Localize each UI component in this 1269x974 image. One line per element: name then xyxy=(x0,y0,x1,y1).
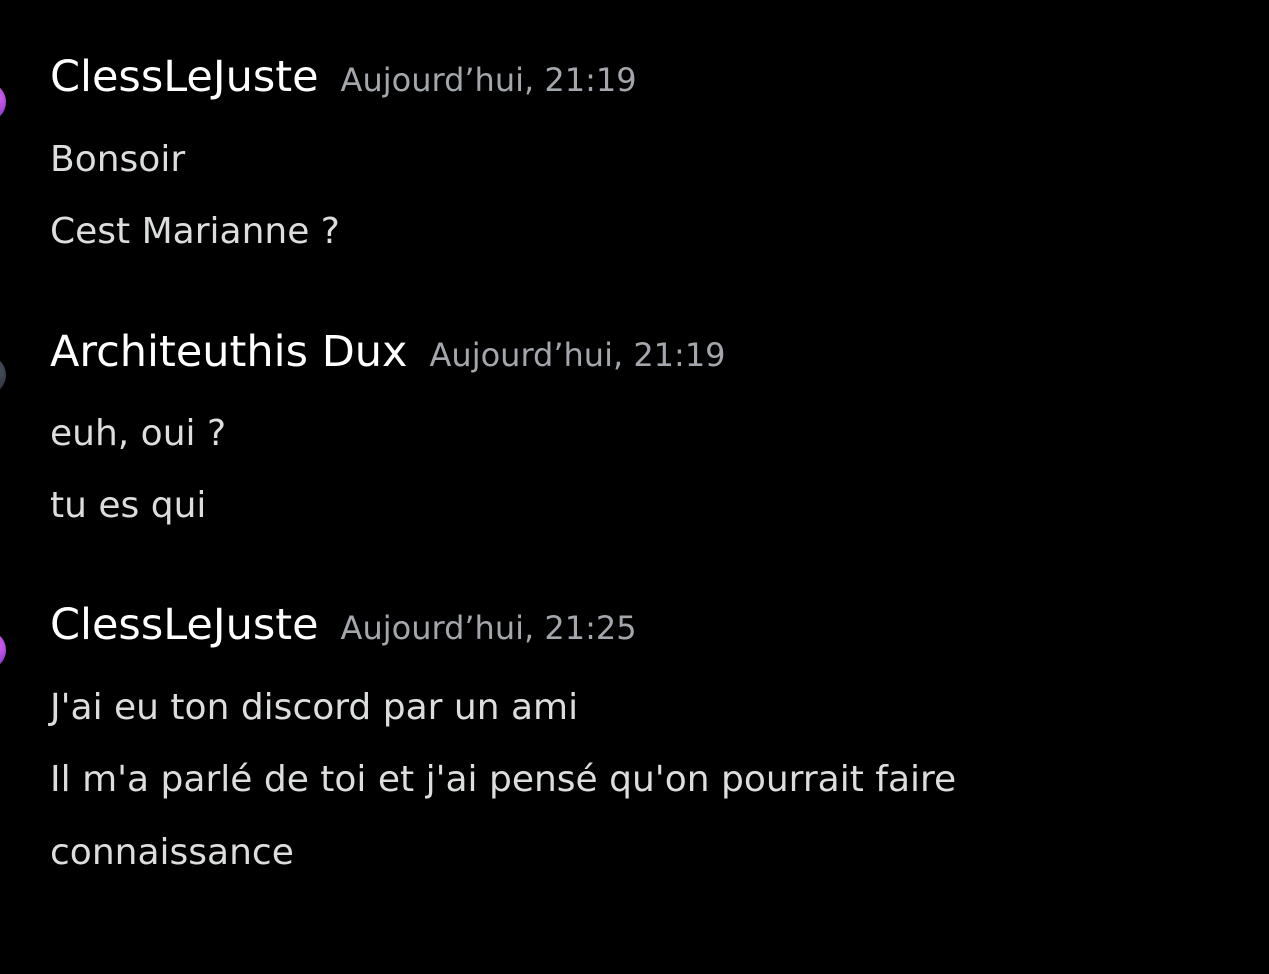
timestamp: Aujourd’hui, 21:25 xyxy=(340,609,637,647)
user-avatar-icon[interactable] xyxy=(0,630,6,670)
timestamp: Aujourd’hui, 21:19 xyxy=(340,61,637,99)
message-header: ClessLeJuste Aujourd’hui, 21:19 xyxy=(50,52,637,102)
username[interactable]: ClessLeJuste xyxy=(50,52,319,102)
message-text: connaissance xyxy=(50,832,294,873)
message-text: Il m'a parlé de toi et j'ai pensé qu'on … xyxy=(50,759,957,800)
message-text: Cest Marianne ? xyxy=(50,211,340,252)
message-header: Architeuthis Dux Aujourd’hui, 21:19 xyxy=(50,327,726,377)
message-header: ClessLeJuste Aujourd’hui, 21:25 xyxy=(50,600,637,650)
message-text: tu es qui xyxy=(50,485,207,526)
message-text: J'ai eu ton discord par un ami xyxy=(50,687,579,728)
message-text: Bonsoir xyxy=(50,139,186,180)
timestamp: Aujourd’hui, 21:19 xyxy=(429,336,726,374)
message-text: euh, oui ? xyxy=(50,413,227,454)
username[interactable]: ClessLeJuste xyxy=(50,600,319,650)
username[interactable]: Architeuthis Dux xyxy=(50,327,408,377)
user-avatar-icon[interactable] xyxy=(0,355,6,395)
user-avatar-icon[interactable] xyxy=(0,82,6,122)
